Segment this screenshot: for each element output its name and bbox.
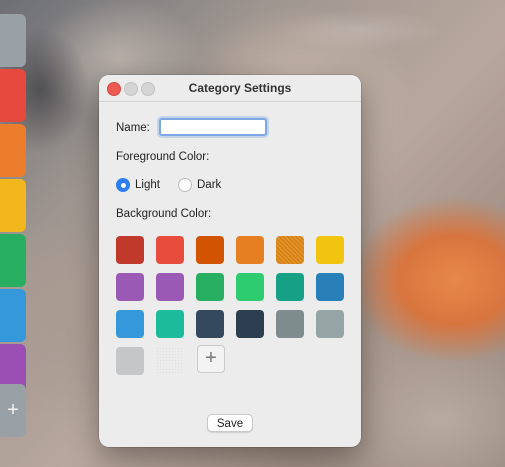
category-settings-dialog: Category Settings Name: Foreground Color… [99, 75, 361, 447]
plus-icon: + [205, 347, 217, 369]
category-tab-blue[interactable] [0, 289, 26, 342]
name-input[interactable] [159, 118, 267, 136]
background-color-swatch[interactable] [276, 273, 304, 301]
window-title: Category Settings [188, 81, 292, 95]
save-button[interactable]: Save [207, 414, 253, 432]
background-color-swatch[interactable] [236, 273, 264, 301]
add-color-button[interactable]: + [197, 345, 225, 373]
background-color-swatch[interactable] [196, 310, 224, 338]
background-color-swatch[interactable] [196, 236, 224, 264]
background-color-swatch[interactable] [116, 273, 144, 301]
background-color-swatch[interactable] [236, 310, 264, 338]
background-color-swatch[interactable] [316, 310, 344, 338]
background-color-swatch[interactable] [316, 273, 344, 301]
background-color-swatch[interactable] [316, 236, 344, 264]
background-color-swatch[interactable] [116, 310, 144, 338]
background-color-swatch[interactable] [116, 347, 144, 375]
background-color-swatch[interactable] [276, 310, 304, 338]
foreground-light-label: Light [135, 179, 160, 191]
background-color-swatch[interactable] [276, 236, 304, 264]
title-bar: Category Settings [99, 75, 361, 102]
background-color-swatch[interactable] [156, 273, 184, 301]
plus-icon: + [7, 399, 19, 421]
background-color-swatch[interactable] [236, 236, 264, 264]
foreground-color-label: Foreground Color: [116, 151, 210, 163]
background-color-swatch[interactable] [156, 310, 184, 338]
category-tab-yellow[interactable] [0, 179, 26, 232]
background-color-swatch[interactable] [156, 347, 184, 375]
category-tab-red[interactable] [0, 69, 26, 122]
background-color-swatch[interactable] [156, 236, 184, 264]
foreground-light-radio[interactable] [116, 178, 130, 192]
name-label: Name: [116, 122, 150, 134]
category-tab-orange[interactable] [0, 124, 26, 177]
background-color-swatch[interactable] [196, 273, 224, 301]
category-tab-green[interactable] [0, 234, 26, 287]
foreground-dark-label: Dark [197, 179, 222, 191]
category-tab-gray[interactable] [0, 14, 26, 67]
foreground-dark-radio[interactable] [178, 178, 192, 192]
background-color-label: Background Color: [116, 208, 212, 220]
add-category-button[interactable]: + [0, 384, 26, 437]
background-color-swatch[interactable] [116, 236, 144, 264]
